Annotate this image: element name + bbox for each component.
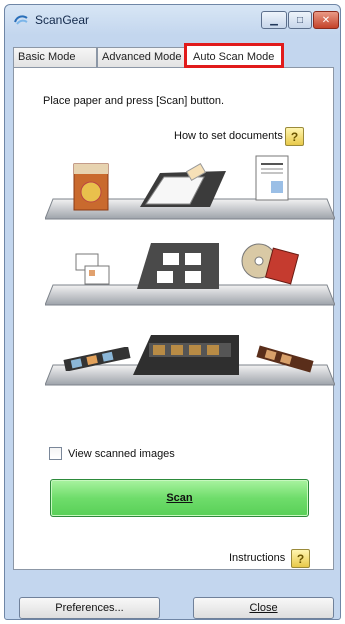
disc-photo-icon: [241, 243, 300, 285]
documents-shelf: [45, 155, 335, 221]
scangear-app-icon: [14, 15, 28, 25]
close-icon: ✕: [321, 14, 331, 26]
close-button[interactable]: Close: [193, 597, 334, 619]
preferences-button[interactable]: Preferences...: [19, 597, 160, 619]
close-window-button[interactable]: ✕: [313, 11, 339, 29]
platen-photos-icon: [137, 243, 219, 289]
film-strip-left-icon: [63, 347, 131, 371]
view-scanned-images-checkbox[interactable]: [49, 447, 62, 460]
scan-button-label: Scan: [166, 492, 193, 504]
help-icon: ?: [296, 551, 305, 566]
maximize-icon: □: [296, 14, 304, 26]
close-label: Close: [249, 602, 278, 614]
tab-basic-mode[interactable]: Basic Mode: [13, 47, 97, 67]
tab-advanced-mode[interactable]: Advanced Mode: [97, 47, 187, 67]
scan-button[interactable]: Scan: [50, 479, 309, 517]
cards-icon: [75, 253, 110, 285]
mode-tabs: Basic Mode Advanced Mode Auto Scan Mode: [13, 43, 333, 68]
scangear-window: ScanGear ▁ □ ✕ Basic Mode Advanced Mode …: [4, 4, 341, 620]
help-icon: ?: [290, 129, 299, 144]
how-to-set-documents-label: How to set documents: [174, 130, 283, 142]
minimize-icon: ▁: [270, 14, 278, 26]
window-title: ScanGear: [35, 13, 90, 27]
film-shelf: [45, 319, 335, 387]
view-scanned-images-option[interactable]: View scanned images: [49, 447, 175, 460]
view-scanned-images-label: View scanned images: [68, 447, 175, 460]
film-strip-right-icon: [256, 345, 314, 373]
how-to-help-button[interactable]: ?: [285, 127, 304, 146]
photo-on-platen-icon: [140, 162, 226, 207]
film-holder-icon: [133, 335, 239, 375]
document-page-icon: [255, 155, 289, 201]
preferences-label: Preferences...: [55, 602, 124, 614]
instruction-text: Place paper and press [Scan] button.: [43, 95, 225, 107]
maximize-button[interactable]: □: [288, 11, 312, 29]
magazine-icon: [73, 163, 109, 211]
tab-auto-scan-mode[interactable]: Auto Scan Mode: [184, 43, 284, 68]
photos-shelf: [45, 233, 335, 307]
instructions-label: Instructions: [229, 552, 286, 564]
instructions-help-button[interactable]: ?: [291, 549, 310, 568]
title-bar[interactable]: ScanGear ▁ □ ✕: [5, 5, 340, 35]
minimize-button[interactable]: ▁: [261, 11, 287, 29]
